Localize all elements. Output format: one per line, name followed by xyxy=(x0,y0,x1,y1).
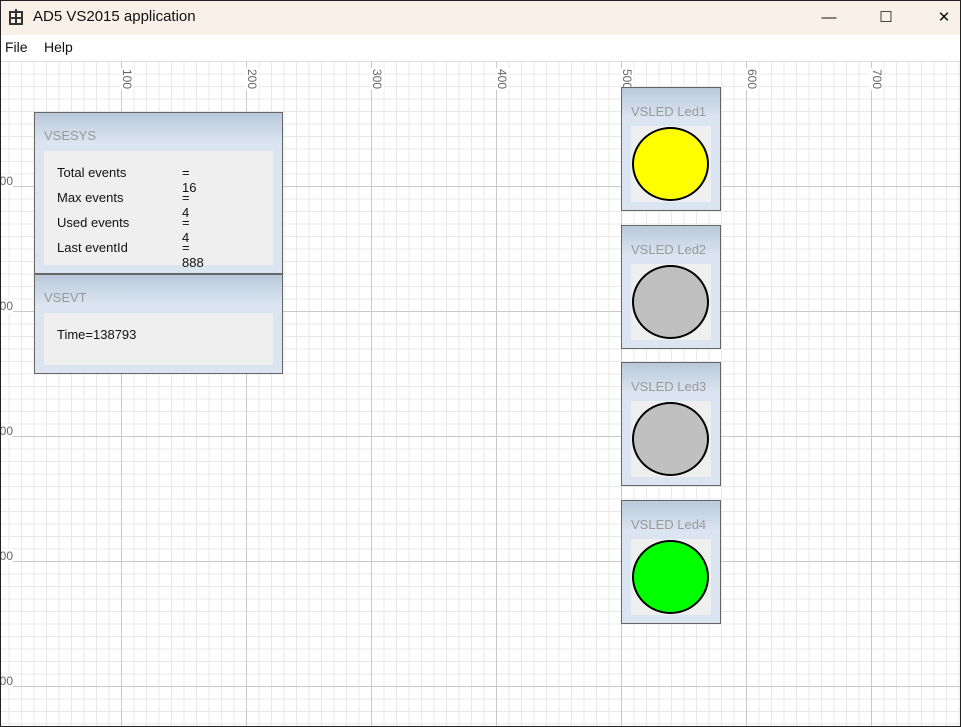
y-ruler-label: 100 xyxy=(1,174,14,188)
y-ruler-label: 400 xyxy=(1,549,14,563)
x-ruler-label: 700 xyxy=(870,68,884,91)
stat-row: Last eventId = 888 xyxy=(57,240,204,270)
stat-label: Last eventId xyxy=(57,240,128,255)
y-ruler-label: 200 xyxy=(1,299,14,313)
led-area xyxy=(631,126,711,202)
vsesys-title: VSESYS xyxy=(44,128,97,143)
vsesys-panel[interactable]: VSESYS Total events = 16 Max events = 4 Us… xyxy=(34,112,283,274)
led-indicator xyxy=(632,127,709,201)
vsevt-content: Time=138793 xyxy=(44,313,273,365)
led-area xyxy=(631,264,711,340)
time-value: Time=138793 xyxy=(57,327,137,342)
y-ruler-label: 500 xyxy=(1,674,14,688)
x-ruler-label: 200 xyxy=(245,68,259,91)
led4-panel[interactable]: VSLED Led4 xyxy=(621,500,721,624)
vsevt-panel[interactable]: VSEVT Time=138793 xyxy=(34,274,283,374)
vsevt-title: VSEVT xyxy=(44,290,87,305)
stat-row: Used events = 4 xyxy=(57,215,190,245)
led-indicator xyxy=(632,540,709,614)
design-canvas[interactable]: 100 200 300 400 500 600 700 100 200 300 … xyxy=(1,61,960,726)
minimize-button[interactable]: — xyxy=(806,1,852,33)
stat-row: Total events = 16 xyxy=(57,165,196,195)
vsesys-content: Total events = 16 Max events = 4 Used even… xyxy=(44,151,273,270)
led-area xyxy=(631,401,711,477)
close-button[interactable]: ✕ xyxy=(921,1,960,33)
led-title: VSLED Led1 xyxy=(631,104,707,119)
y-ruler-label: 300 xyxy=(1,424,14,438)
x-ruler-label: 100 xyxy=(120,68,134,91)
led-title: VSLED Led2 xyxy=(631,242,707,257)
title-bar: AD5 VS2015 application — ☐ ✕ xyxy=(1,1,960,35)
stat-label: Total events xyxy=(57,165,127,180)
led2-panel[interactable]: VSLED Led2 xyxy=(621,225,721,349)
menu-help[interactable]: Help xyxy=(44,39,73,55)
x-ruler-label: 400 xyxy=(495,68,509,91)
x-ruler-label: 600 xyxy=(745,68,759,91)
window-title: AD5 VS2015 application xyxy=(33,8,196,25)
led1-panel[interactable]: VSLED Led1 xyxy=(621,87,721,211)
stat-label: Max events xyxy=(57,190,124,205)
app-icon xyxy=(9,9,23,25)
stat-label: Used events xyxy=(57,215,130,230)
stat-value: = 888 xyxy=(182,240,204,270)
led-title: VSLED Led4 xyxy=(631,517,707,532)
led-indicator xyxy=(632,402,709,476)
menu-bar: File Help xyxy=(1,35,960,60)
led-area xyxy=(631,539,711,615)
menu-file[interactable]: File xyxy=(5,39,28,55)
app-window: AD5 VS2015 application — ☐ ✕ File Help 1… xyxy=(0,0,961,727)
led3-panel[interactable]: VSLED Led3 xyxy=(621,362,721,486)
stat-row: Max events = 4 xyxy=(57,190,190,220)
led-indicator xyxy=(632,265,709,339)
led-title: VSLED Led3 xyxy=(631,379,707,394)
maximize-button[interactable]: ☐ xyxy=(863,1,909,33)
x-ruler-label: 300 xyxy=(370,68,384,91)
